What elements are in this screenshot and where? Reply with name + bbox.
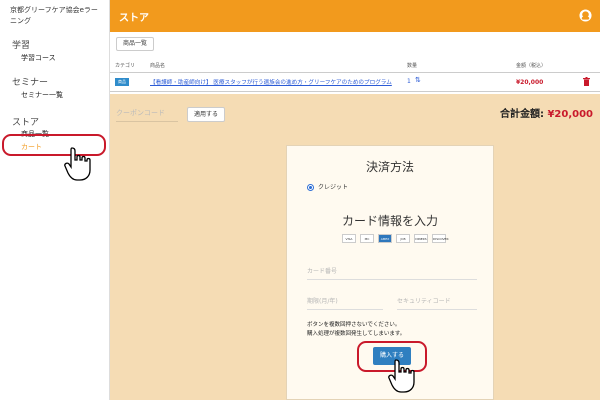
diners-icon: DINERS <box>414 234 428 243</box>
payment-title: 決済方法 <box>365 160 414 174</box>
sidebar-heading-learn: 学習 <box>12 41 31 51</box>
col-category: カテゴリ <box>115 63 136 69</box>
card-brand-logos: VISA MC AMEX JCB DINERS DISCOVER <box>342 234 452 244</box>
total-label: 合計金額: <box>499 109 544 120</box>
product-thumbnail: 商品 <box>115 78 129 86</box>
card-info-heading: カード情報を入力 <box>341 214 438 228</box>
coupon-input[interactable]: クーポンコード <box>116 108 178 122</box>
credit-radio[interactable]: クレジット <box>307 182 348 191</box>
hand-cursor-icon <box>64 147 91 181</box>
credit-label: クレジット <box>318 184 349 191</box>
trash-icon[interactable] <box>583 77 590 86</box>
apply-coupon-button[interactable]: 適用する <box>187 107 226 122</box>
radio-selected-icon[interactable] <box>307 184 314 191</box>
sidebar-item-courses[interactable]: 学習コース <box>0 53 56 63</box>
cart-table-header: カテゴリ 商品名 数量 金額（税込） <box>110 60 600 70</box>
sidebar-heading-seminar: セミナー <box>12 78 49 88</box>
hand-cursor-icon <box>388 359 415 393</box>
warning-line-1: ボタンを複数回押さないでください。 <box>307 322 401 328</box>
product-list-button[interactable]: 商品一覧 <box>116 37 155 51</box>
total-value: ¥20,000 <box>547 109 593 120</box>
page-title: ストア <box>119 13 149 24</box>
sidebar-heading-store: ストア <box>12 118 40 128</box>
header-bar: ストア <box>110 0 600 32</box>
warning-line-2: 購入処理が複数回発生してしまいます。 <box>307 331 406 337</box>
product-title-link[interactable]: 【看護師・助産師向け】 医療スタッフが行う遺族会の進め方・グリーフケアのためのプ… <box>150 78 392 86</box>
jcb-icon: JCB <box>396 234 410 243</box>
col-product: 商品名 <box>150 63 166 69</box>
row-price: ¥20,000 <box>516 79 544 86</box>
col-price: 金額（税込） <box>516 63 547 69</box>
card-number-field[interactable]: カード番号 <box>307 266 477 280</box>
expiry-field[interactable]: 期限(月/年) <box>307 296 383 310</box>
col-qty: 数量 <box>407 63 418 69</box>
quantity-stepper-icon[interactable]: ⇅ <box>415 76 421 84</box>
visa-icon: VISA <box>342 234 356 243</box>
table-row: 商品 【看護師・助産師向け】 医療スタッフが行う遺族会の進め方・グリーフケアのた… <box>110 72 600 92</box>
total-amount: 合計金額: ¥20,000 <box>500 105 593 120</box>
org-name: 京都グリーフケア協会eラーニング <box>10 6 98 25</box>
warning-text: ボタンを複数回押さないでください。 購入処理が複数回発生してしまいます。 <box>307 321 405 339</box>
quantity-value: 1 <box>407 78 411 85</box>
cvc-field[interactable]: セキュリティコード <box>397 296 477 310</box>
mastercard-icon: MC <box>360 234 374 243</box>
sidebar: 京都グリーフケア協会eラーニング 学習 学習コース セミナー セミナー一覧 スト… <box>0 0 110 400</box>
user-icon[interactable] <box>579 9 592 22</box>
sidebar-item-seminar-list[interactable]: セミナー一覧 <box>0 90 63 100</box>
discover-icon: DISCOVER <box>432 234 449 243</box>
amex-icon: AMEX <box>378 234 392 243</box>
